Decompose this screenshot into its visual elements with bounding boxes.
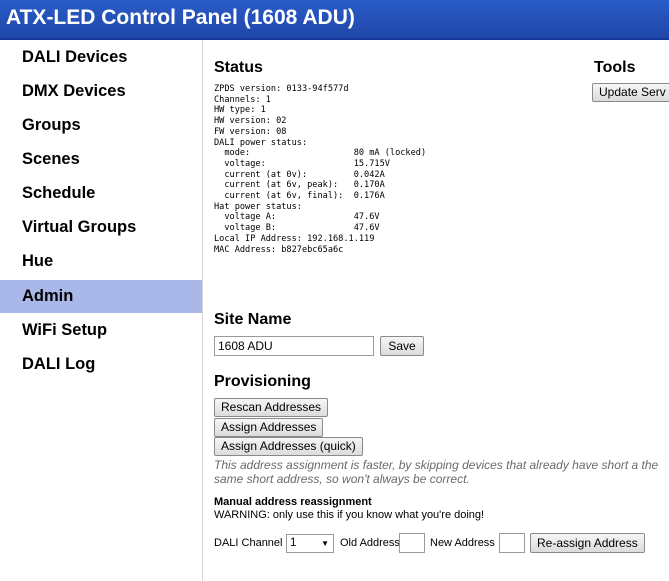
- status-heading: Status: [214, 59, 263, 76]
- site-name-heading: Site Name: [214, 311, 292, 328]
- save-button[interactable]: Save: [380, 336, 424, 356]
- rescan-addresses-button[interactable]: Rescan Addresses: [214, 398, 329, 417]
- chevron-down-icon: ▼: [321, 539, 329, 548]
- assign-addresses-button[interactable]: Assign Addresses: [214, 418, 324, 437]
- sidebar: DALI Devices DMX Devices Groups Scenes S…: [0, 40, 203, 581]
- new-address-input[interactable]: [499, 533, 525, 553]
- manual-reassign-heading: Manual address reassignment: [214, 496, 372, 508]
- tools-heading: Tools: [594, 59, 636, 76]
- sidebar-item-wifi-setup[interactable]: WiFi Setup: [0, 314, 202, 347]
- dali-channel-select[interactable]: 1 ▼: [286, 534, 334, 553]
- sidebar-item-admin[interactable]: Admin: [0, 280, 202, 313]
- quick-assign-note: This address assignment is faster, by sk…: [214, 458, 659, 486]
- manual-reassign-warning: WARNING: only use this if you know what …: [214, 509, 485, 521]
- sidebar-item-scenes[interactable]: Scenes: [0, 143, 202, 176]
- old-address-input[interactable]: [399, 533, 425, 553]
- assign-addresses-quick-button[interactable]: Assign Addresses (quick): [214, 437, 363, 456]
- site-name-input[interactable]: [214, 336, 374, 356]
- title-bar: ATX-LED Control Panel (1608 ADU): [0, 0, 669, 40]
- sidebar-item-dmx-devices[interactable]: DMX Devices: [0, 75, 202, 108]
- old-address-label: Old Address: [340, 537, 400, 549]
- status-text: ZPDS version: 0133-94f577d Channels: 1 H…: [214, 84, 427, 255]
- update-server-button[interactable]: Update Serv: [592, 83, 669, 102]
- sidebar-item-virtual-groups[interactable]: Virtual Groups: [0, 211, 202, 244]
- dali-channel-value: 1: [290, 537, 297, 549]
- sidebar-item-schedule[interactable]: Schedule: [0, 177, 202, 210]
- sidebar-item-dali-devices[interactable]: DALI Devices: [0, 41, 202, 74]
- reassign-address-button[interactable]: Re-assign Address: [530, 533, 645, 553]
- new-address-label: New Address: [430, 537, 495, 549]
- app-title: ATX-LED Control Panel (1608 ADU): [6, 6, 355, 29]
- sidebar-item-groups[interactable]: Groups: [0, 109, 202, 142]
- main-content: Status ZPDS version: 0133-94f577d Channe…: [203, 40, 669, 581]
- sidebar-item-dali-log[interactable]: DALI Log: [0, 348, 202, 381]
- sidebar-item-hue[interactable]: Hue: [0, 245, 202, 278]
- dali-channel-label: DALI Channel: [214, 537, 283, 549]
- provisioning-heading: Provisioning: [214, 373, 311, 390]
